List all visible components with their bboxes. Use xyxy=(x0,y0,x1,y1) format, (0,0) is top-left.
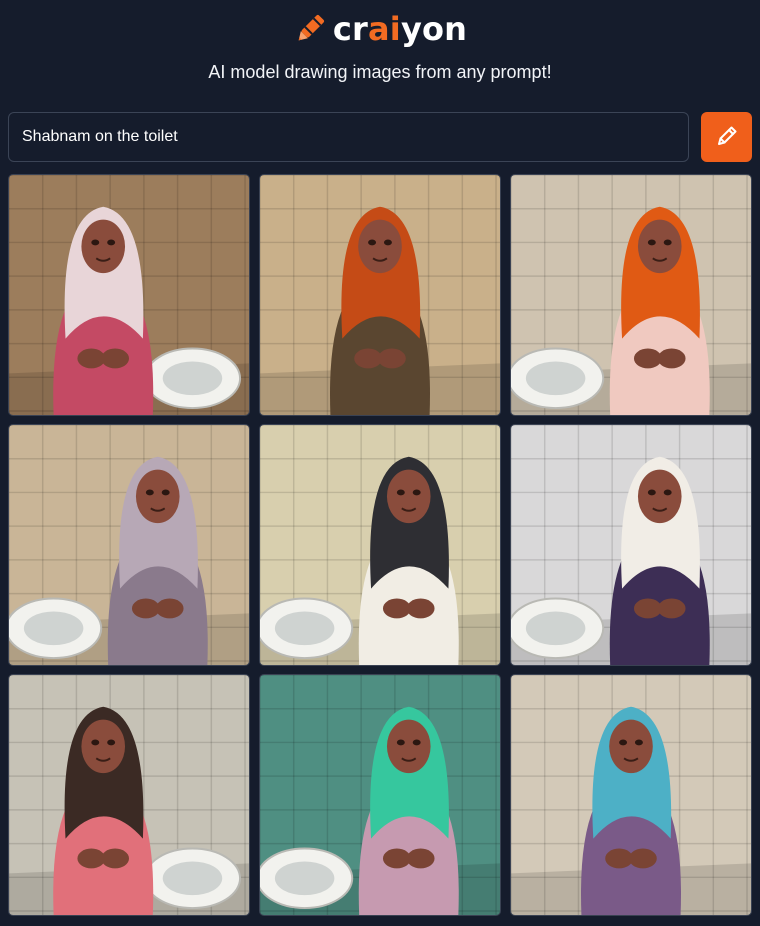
generated-image[interactable] xyxy=(510,424,752,666)
generated-image[interactable] xyxy=(8,174,250,416)
generated-image[interactable] xyxy=(510,674,752,916)
crayon-pencil-icon xyxy=(293,12,327,46)
craiyon-logo[interactable]: craiyon xyxy=(0,10,760,48)
prompt-bar xyxy=(8,112,752,162)
generated-image[interactable] xyxy=(510,174,752,416)
result-grid xyxy=(8,174,752,916)
logo-wordmark: craiyon xyxy=(332,10,468,48)
generated-image[interactable] xyxy=(259,674,501,916)
page: craiyon AI model drawing images from any… xyxy=(0,0,760,926)
tagline: AI model drawing images from any prompt! xyxy=(208,62,552,82)
pencil-icon xyxy=(714,123,740,152)
generated-image[interactable] xyxy=(8,674,250,916)
generated-image[interactable] xyxy=(259,424,501,666)
draw-button[interactable] xyxy=(701,112,752,162)
prompt-input[interactable] xyxy=(8,112,689,162)
generated-image[interactable] xyxy=(8,424,250,666)
generated-image[interactable] xyxy=(259,174,501,416)
